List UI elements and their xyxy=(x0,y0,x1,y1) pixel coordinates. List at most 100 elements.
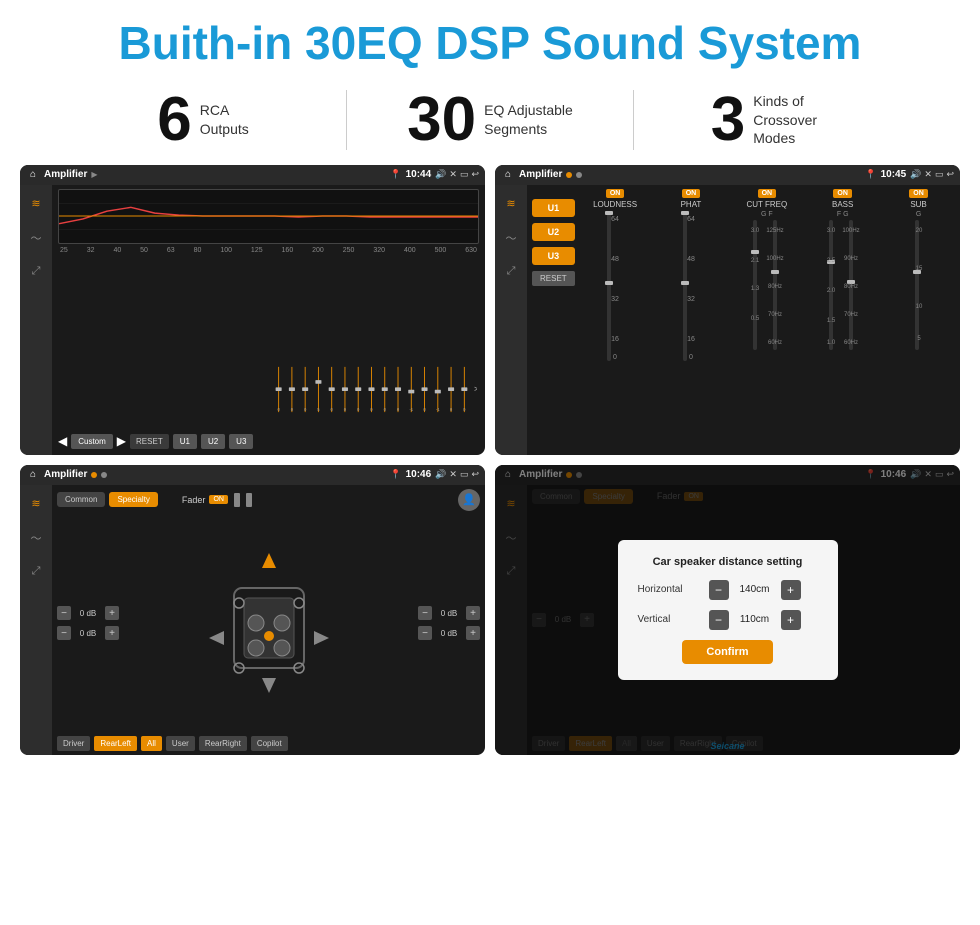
screen-eq: ⌂ Amplifier ▶ 📍 10:44 🔊✕▭↩ ≋ 〜 ⤢ xyxy=(20,165,485,455)
ch-loudness: ON LOUDNESS 64 48 32 16 0 xyxy=(579,189,652,451)
stat-label-eq: EQ AdjustableSegments xyxy=(484,101,573,137)
svg-text:48: 48 xyxy=(687,256,695,263)
amp2-u2-btn[interactable]: U2 xyxy=(532,223,575,241)
btn-copilot[interactable]: Copilot xyxy=(251,736,288,751)
eq-prev-btn[interactable]: ◀ xyxy=(58,434,67,448)
svg-text:1.3: 1.3 xyxy=(751,286,760,292)
fader-left-controls: − 0 dB + − 0 dB + xyxy=(57,515,119,732)
svg-text:60Hz: 60Hz xyxy=(768,340,782,346)
svg-text:32: 32 xyxy=(687,296,695,303)
dialog-horizontal-plus[interactable]: + xyxy=(781,580,801,600)
svg-text:32: 32 xyxy=(611,296,619,303)
fader-rl-value: 0 dB xyxy=(74,629,102,638)
home-icon-2[interactable]: ⌂ xyxy=(501,168,515,182)
screen-eq-content: ≋ 〜 ⤢ xyxy=(20,185,485,455)
on-badge-bass: ON xyxy=(833,189,852,198)
btn-all[interactable]: All xyxy=(141,736,162,751)
fader-car-diagram xyxy=(123,515,414,732)
dialog-vertical-value: 110cm xyxy=(735,614,775,625)
svg-text:-1: -1 xyxy=(409,406,413,411)
fader-main-area: Common Specialty Fader ON 👤 − 0 dB xyxy=(52,485,485,755)
dialog-horizontal-row: Horizontal − 140cm + xyxy=(638,580,818,600)
eq-u3-btn[interactable]: U3 xyxy=(229,434,253,449)
svg-text:0: 0 xyxy=(331,406,334,411)
svg-text:16: 16 xyxy=(611,336,619,343)
screen-fader-title: Amplifier xyxy=(44,469,87,480)
svg-text:3.0: 3.0 xyxy=(751,228,760,234)
fader-fr-value: 0 dB xyxy=(435,609,463,618)
fader-fr-plus[interactable]: + xyxy=(466,606,480,620)
fader-fr-minus[interactable]: − xyxy=(418,606,432,620)
fader-rl-minus[interactable]: − xyxy=(57,626,71,640)
sidebar-fader-eq-icon[interactable]: ≋ xyxy=(25,493,47,515)
btn-rearright[interactable]: RearRight xyxy=(199,736,247,751)
dialog-horizontal-value: 140cm xyxy=(735,584,775,595)
btn-user[interactable]: User xyxy=(166,736,195,751)
dialog-vertical-minus[interactable]: − xyxy=(709,610,729,630)
location-icon: 📍 xyxy=(390,169,401,180)
stat-eq: 30 EQ AdjustableSegments xyxy=(347,89,633,151)
fader-rr-plus[interactable]: + xyxy=(466,626,480,640)
sidebar-expand-icon[interactable]: ⤢ xyxy=(25,261,47,283)
amp2-reset-btn[interactable]: RESET xyxy=(532,271,575,286)
fader-ch-fl: − 0 dB + xyxy=(57,606,119,620)
svg-text:0: 0 xyxy=(397,406,400,411)
svg-text:1.0: 1.0 xyxy=(827,340,836,346)
eq-reset-btn[interactable]: RESET xyxy=(130,434,169,449)
eq-custom-btn[interactable]: Custom xyxy=(71,434,113,449)
car-speaker-dialog: Car speaker distance setting Horizontal … xyxy=(618,540,838,680)
dot-gray-2 xyxy=(576,172,582,178)
ch-label-bass: BASS xyxy=(832,200,853,209)
eq-u2-btn[interactable]: U2 xyxy=(201,434,225,449)
home-icon-3[interactable]: ⌂ xyxy=(26,468,40,482)
dialog-vertical-plus[interactable]: + xyxy=(781,610,801,630)
screen-amp2-topbar: ⌂ Amplifier 📍 10:45 🔊✕▭↩ xyxy=(495,165,960,185)
location-icon-3: 📍 xyxy=(390,469,401,480)
sidebar-wave-icon[interactable]: 〜 xyxy=(25,227,47,249)
screen-amp2-sidebar: ≋ 〜 ⤢ xyxy=(495,185,527,455)
fader-rr-minus[interactable]: − xyxy=(418,626,432,640)
fader-fl-minus[interactable]: − xyxy=(57,606,71,620)
svg-text:64: 64 xyxy=(611,216,619,223)
amp2-u3-btn[interactable]: U3 xyxy=(532,247,575,265)
topbar-icons-eq: 🔊✕▭↩ xyxy=(435,169,479,180)
svg-text:90Hz: 90Hz xyxy=(844,256,858,262)
dialog-horizontal-minus[interactable]: − xyxy=(709,580,729,600)
ch-bass: ON BASS FG 3.0 2.5 2.0 xyxy=(806,189,879,451)
home-icon[interactable]: ⌂ xyxy=(26,168,40,182)
btn-driver[interactable]: Driver xyxy=(57,736,90,751)
fader-rl-plus[interactable]: + xyxy=(105,626,119,640)
svg-text:10: 10 xyxy=(915,304,922,310)
dot-gray-3 xyxy=(101,472,107,478)
sidebar-eq-icon[interactable]: ≋ xyxy=(25,193,47,215)
dialog-vertical-label: Vertical xyxy=(638,614,703,625)
eq-u1-btn[interactable]: U1 xyxy=(173,434,197,449)
fader-ch-rr: − 0 dB + xyxy=(418,626,480,640)
stat-crossover: 3 Kinds ofCrossover Modes xyxy=(634,89,920,151)
sidebar-amp2-eq-icon[interactable]: ≋ xyxy=(500,193,522,215)
fader-fl-plus[interactable]: + xyxy=(105,606,119,620)
tab-common-3[interactable]: Common xyxy=(57,492,105,507)
amp2-u1-btn[interactable]: U1 xyxy=(532,199,575,217)
svg-text:64: 64 xyxy=(687,216,695,223)
sidebar-fader-expand-icon[interactable]: ⤢ xyxy=(25,561,47,583)
svg-text:0: 0 xyxy=(344,406,347,411)
svg-text:100Hz: 100Hz xyxy=(766,256,783,262)
ch-label-cutfreq: CUT FREQ xyxy=(746,200,787,209)
sidebar-amp2-wave-icon[interactable]: 〜 xyxy=(500,227,522,249)
btn-rearleft[interactable]: RearLeft xyxy=(94,736,137,751)
fader-ch-rl: − 0 dB + xyxy=(57,626,119,640)
topbar-icons-3: 🔊✕▭↩ xyxy=(435,469,479,480)
tab-specialty-3[interactable]: Specialty xyxy=(109,492,157,507)
play-icon-sm: ▶ xyxy=(91,170,97,179)
dialog-confirm-btn[interactable]: Confirm xyxy=(682,640,772,664)
sidebar-amp2-expand-icon[interactable]: ⤢ xyxy=(500,261,522,283)
fader-top-bar: Common Specialty Fader ON 👤 xyxy=(57,489,480,511)
eq-play-btn[interactable]: ▶ xyxy=(117,434,126,448)
sidebar-fader-wave-icon[interactable]: 〜 xyxy=(25,527,47,549)
fader-label: Fader xyxy=(182,495,206,505)
stat-label-crossover: Kinds ofCrossover Modes xyxy=(753,92,843,147)
svg-text:0: 0 xyxy=(450,406,453,411)
amp2-channels: ON LOUDNESS 64 48 32 16 0 xyxy=(579,189,955,451)
svg-text:-1: -1 xyxy=(436,406,440,411)
